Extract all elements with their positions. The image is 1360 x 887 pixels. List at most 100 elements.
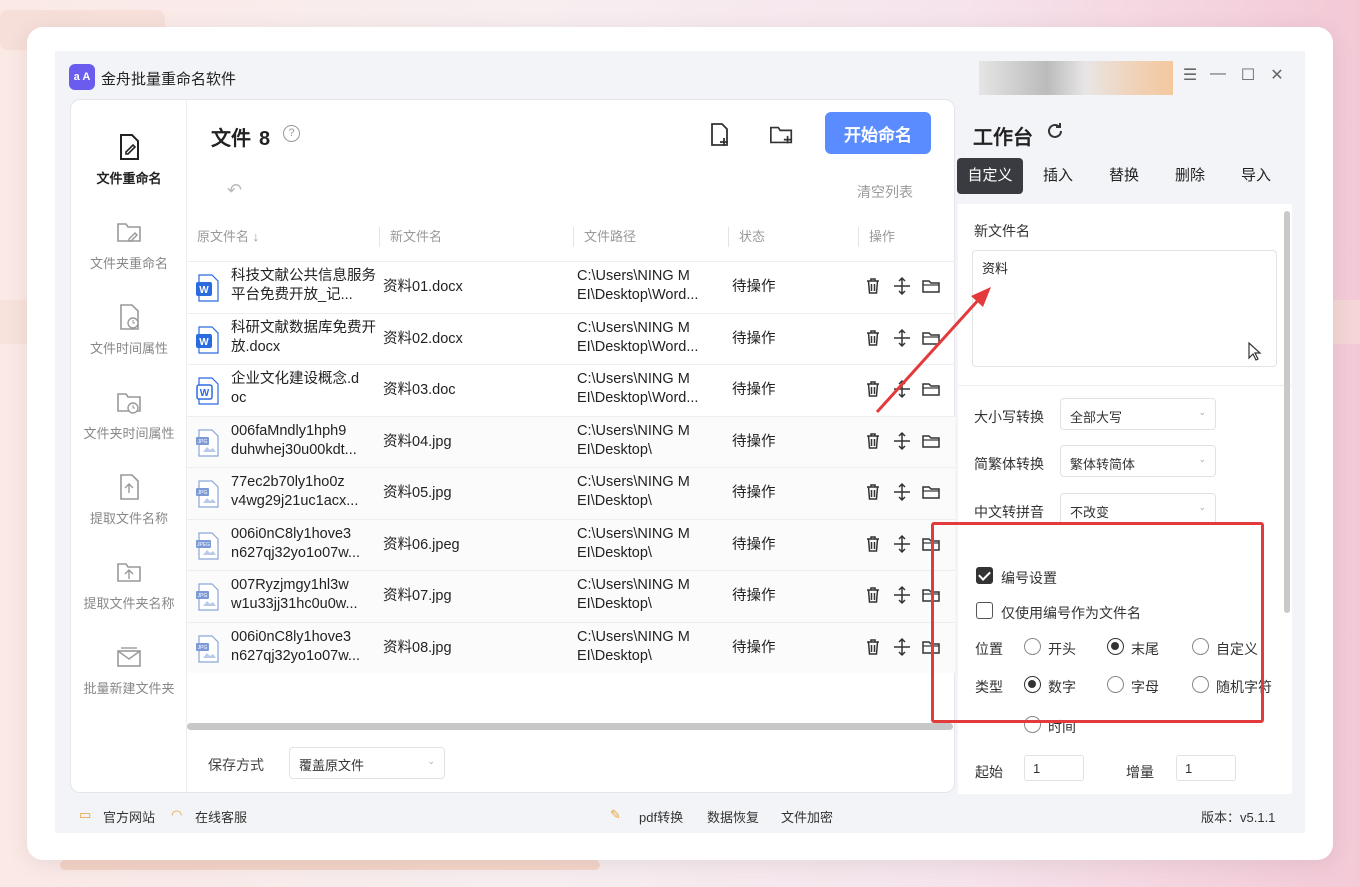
move-icon[interactable] (892, 534, 912, 554)
column-header-original[interactable]: 原文件名 ↓ (187, 213, 259, 261)
official-site-link[interactable]: 官方网站 (103, 807, 155, 826)
add-file-icon[interactable] (707, 122, 733, 148)
table-row[interactable]: JPG 006faMndly1hph9 duhwhej30u00kdt... 资料0… (187, 415, 955, 467)
tab-import[interactable]: 导入 (1223, 158, 1289, 194)
megaphone-icon: ✎ (610, 807, 621, 822)
sidebar-item-folder-time[interactable]: 文件夹时间属性 (71, 387, 187, 442)
menu-icon[interactable]: ☰ (1179, 65, 1201, 85)
headset-icon: ◠ (171, 807, 183, 822)
version-label: 版本：v5.1.1 (1201, 810, 1276, 825)
move-icon[interactable] (892, 379, 912, 399)
status-badge: 待操作 (732, 639, 776, 656)
encrypt-link[interactable]: 文件加密 (781, 807, 833, 826)
start-rename-button[interactable]: 开始命名 (825, 112, 931, 154)
sidebar-item-label: 文件重命名 (96, 171, 162, 186)
word-file-icon: W (196, 377, 219, 405)
move-icon[interactable] (892, 276, 912, 296)
step-stepper[interactable]: 1 (1176, 755, 1236, 781)
workbench-title: 工作台 (973, 127, 1033, 149)
sidebar-item-extract-folder[interactable]: 提取文件夹名称 (71, 557, 187, 612)
delete-icon[interactable] (863, 585, 883, 605)
new-name: 资料08.jpg (383, 639, 452, 656)
pinyin-select[interactable]: 不改变 ⌄ (1060, 493, 1216, 525)
file-path: C:\Users\NING M EI\Desktop\ (577, 577, 690, 612)
table-row[interactable]: JPG 77ec2b70ly1ho0z v4wg29j21uc1acx... 资料0… (187, 467, 955, 519)
tab-delete[interactable]: 删除 (1157, 158, 1223, 194)
tab-replace[interactable]: 替换 (1091, 158, 1157, 194)
status-badge: 待操作 (732, 588, 776, 604)
traditional-label: 简繁体转换 (974, 456, 1044, 472)
file-panel: 文件重命名 文件夹重命名 文件时间属性 文件夹时间属性 提取文件名称 提取文件夹… (70, 99, 955, 793)
tab-custom[interactable]: 自定义 (957, 158, 1023, 194)
maximize-icon[interactable]: ☐ (1237, 65, 1259, 85)
status-badge: 待操作 (732, 382, 776, 398)
sidebar-item-extract-file[interactable]: 提取文件名称 (71, 472, 187, 527)
svg-text:W: W (199, 285, 209, 296)
table-row[interactable]: W 科研文献数据库免费开放.docx 资料02.docx C:\Users\NING … (187, 312, 955, 365)
column-header-status: 状态 (739, 229, 766, 244)
clear-list-button[interactable]: 清空列表 (857, 182, 913, 202)
image-file-icon: JPG (196, 583, 219, 611)
add-folder-icon[interactable] (769, 122, 795, 148)
original-name: 006i0nC8ly1hove3 n627qj32yo1o07w... (231, 628, 360, 664)
delete-icon[interactable] (863, 431, 883, 451)
refresh-icon[interactable] (1045, 121, 1065, 141)
mail-icon (117, 647, 141, 667)
workbench-scrollbar[interactable] (1284, 211, 1290, 613)
move-icon[interactable] (892, 585, 912, 605)
new-name-input[interactable]: 资料 (972, 250, 1277, 367)
open-folder-icon[interactable] (921, 482, 941, 502)
new-name: 资料06.jpeg (383, 536, 460, 553)
close-icon[interactable]: ✕ (1266, 65, 1288, 85)
table-row[interactable]: W 科技文献公共信息服务平台免费开放_记... 资料01.docx C:\Users\… (187, 261, 955, 313)
word-file-icon: W (196, 274, 219, 302)
new-name-label: 新文件名 (974, 223, 1030, 239)
move-icon[interactable] (892, 482, 912, 502)
open-folder-icon[interactable] (921, 431, 941, 451)
delete-icon[interactable] (863, 379, 883, 399)
image-file-icon: JPG (196, 634, 219, 663)
file-path: C:\Users\NING M EI\Desktop\ (577, 422, 690, 458)
delete-icon[interactable] (863, 482, 883, 502)
status-badge: 待操作 (732, 485, 776, 501)
svg-text:W: W (200, 388, 210, 399)
monitor-icon: ▭ (79, 807, 92, 822)
open-folder-icon[interactable] (921, 328, 941, 348)
sidebar-item-file-time[interactable]: 文件时间属性 (71, 302, 187, 357)
save-mode-select[interactable]: 覆盖原文件 ⌄ (289, 747, 445, 779)
minimize-icon[interactable]: — (1207, 65, 1229, 83)
open-folder-icon[interactable] (921, 276, 941, 296)
case-select[interactable]: 全部大写 ⌄ (1060, 398, 1216, 430)
delete-icon[interactable] (863, 328, 883, 348)
sidebar-item-batch-folder[interactable]: 批量新建文件夹 (71, 642, 187, 697)
user-avatar-area[interactable] (979, 61, 1173, 95)
svg-text:JPG: JPG (198, 593, 208, 599)
file-upload-icon (120, 474, 139, 500)
help-icon[interactable]: ? (283, 125, 300, 142)
delete-icon[interactable] (863, 276, 883, 296)
move-icon[interactable] (892, 637, 912, 657)
horizontal-scrollbar[interactable] (187, 723, 953, 730)
sidebar-item-folder-rename[interactable]: 文件夹重命名 (71, 217, 187, 272)
delete-icon[interactable] (863, 534, 883, 554)
start-stepper[interactable]: 1 (1024, 755, 1084, 781)
recovery-link[interactable]: 数据恢复 (707, 807, 759, 826)
original-name: 企业文化建设概念.d oc (231, 371, 360, 406)
svg-text:W: W (199, 337, 209, 348)
status-badge: 待操作 (732, 279, 776, 295)
move-icon[interactable] (892, 328, 912, 348)
table-row[interactable]: W 企业文化建设概念.d oc 资料03.doc C:\Users\NING M EI… (187, 364, 955, 416)
delete-icon[interactable] (863, 637, 883, 657)
table-row[interactable]: JPG 006i0nC8ly1hove3 n627qj32yo1o07w... 资料… (187, 621, 955, 673)
undo-icon[interactable]: ↶ (227, 180, 242, 201)
pdf-link[interactable]: pdf转换 (639, 807, 683, 826)
table-row[interactable]: JPEG 006i0nC8ly1hove3 n627qj32yo1o07w... 资… (187, 518, 955, 570)
traditional-select[interactable]: 繁体转简体 ⌄ (1060, 445, 1216, 477)
table-row[interactable]: JPG 007Ryzjmgy1hl3w w1u33jj31hc0u0w... 资料0… (187, 570, 955, 622)
sidebar-item-file-rename[interactable]: 文件重命名 (71, 132, 187, 187)
open-folder-icon[interactable] (921, 379, 941, 399)
sidebar-item-label: 提取文件夹名称 (83, 596, 175, 611)
move-icon[interactable] (892, 431, 912, 451)
tab-insert[interactable]: 插入 (1025, 158, 1091, 194)
online-service-link[interactable]: 在线客服 (195, 807, 247, 826)
